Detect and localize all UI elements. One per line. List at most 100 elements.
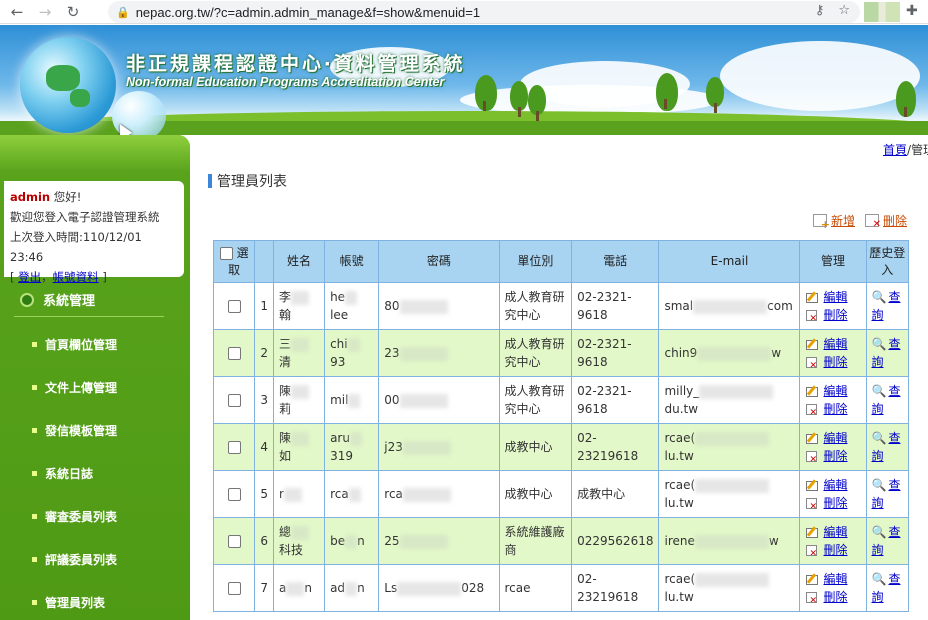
logout-link[interactable]: 登出 xyxy=(18,270,41,284)
name-part: 陳 xyxy=(278,384,291,398)
name-part: 清 xyxy=(278,355,291,369)
edit-link[interactable]: 編輯 xyxy=(805,429,860,447)
row-checkbox[interactable] xyxy=(227,582,241,595)
select-all-checkbox[interactable] xyxy=(219,246,233,260)
edit-link[interactable]: 編輯 xyxy=(805,476,860,494)
cell-select xyxy=(212,423,256,471)
row-delete-label: 刪除 xyxy=(823,449,848,463)
magnifier-icon: 🔍 xyxy=(871,525,887,539)
menu-header-system[interactable]: 系統管理 xyxy=(20,290,95,309)
pencil-icon xyxy=(805,432,819,444)
cell-password: j23 xyxy=(378,423,500,471)
profile-avatar[interactable] xyxy=(864,2,900,22)
row-checkbox[interactable] xyxy=(227,347,241,360)
menu-item-file-upload[interactable]: 文件上傳管理 xyxy=(32,379,117,396)
cell-history: 🔍 查詢 xyxy=(865,329,909,377)
header-name: 姓名 xyxy=(272,240,326,283)
edit-link[interactable]: 編輯 xyxy=(805,382,860,400)
menu-item-label: 管理員列表 xyxy=(45,596,106,610)
cell-phone: 02-2321-9618 xyxy=(571,376,660,424)
cell-no: 1 xyxy=(254,282,274,330)
forward-icon[interactable]: → xyxy=(34,1,56,23)
cell-account: ad n xyxy=(324,564,380,612)
email-part: du.tw xyxy=(664,402,699,416)
menu-item-mail-template[interactable]: 發信模板管理 xyxy=(32,422,117,439)
row-delete-link[interactable]: 刪除 xyxy=(805,447,860,469)
table-row: 5rrcarca成教中心成教中心rcae(lu.tw編輯刪除🔍查詢 xyxy=(212,470,909,518)
account-part: chi xyxy=(330,337,348,351)
magnifier-icon: 🔍 xyxy=(871,337,887,351)
key-icon[interactable]: ⚷ xyxy=(815,3,825,18)
name-part: n xyxy=(304,581,312,595)
banner-title-cn: 非正規課程認證中心‧資料管理系統 xyxy=(126,53,466,75)
row-delete-link[interactable]: 刪除 xyxy=(805,353,860,375)
menu-divider xyxy=(14,316,164,317)
header-no xyxy=(254,240,274,283)
cell-select xyxy=(212,517,256,565)
lock-icon[interactable]: 🔒 xyxy=(116,6,130,19)
edit-link[interactable]: 編輯 xyxy=(805,523,860,541)
row-delete-label: 刪除 xyxy=(823,355,848,369)
cell-no: 5 xyxy=(254,470,274,518)
name-part: 科技 xyxy=(278,543,303,557)
cell-manage: 編輯刪除 xyxy=(799,329,867,377)
edit-link[interactable]: 編輯 xyxy=(805,570,860,588)
menu-item-committee[interactable]: 評議委員列表 xyxy=(32,551,117,568)
row-delete-link[interactable]: 刪除 xyxy=(805,306,860,328)
add-button[interactable]: 新增 xyxy=(813,212,856,231)
menu-item-system-log[interactable]: 系統日誌 xyxy=(32,465,93,482)
edit-link[interactable]: 編輯 xyxy=(805,288,860,306)
cell-email: chin9 w xyxy=(658,329,801,377)
back-icon[interactable]: ← xyxy=(6,1,28,23)
table-header-row: 選取 姓名 帳號 密碼 單位別 電話 E-mail 管理 歷史登入 xyxy=(212,240,909,283)
add-label: 新增 xyxy=(831,214,856,228)
row-delete-link[interactable]: 刪除 xyxy=(805,541,860,563)
menu-item-label: 評議委員列表 xyxy=(45,553,118,567)
row-delete-link[interactable]: 刪除 xyxy=(805,588,860,610)
menu-item-admin-list[interactable]: 管理員列表 xyxy=(32,594,105,611)
cell-select xyxy=(212,564,256,612)
cell-email: milly_ du.tw xyxy=(658,376,801,424)
edit-link[interactable]: 編輯 xyxy=(805,335,860,353)
row-delete-link[interactable]: 刪除 xyxy=(805,494,860,516)
row-delete-link[interactable]: 刪除 xyxy=(805,400,860,422)
row-checkbox[interactable] xyxy=(227,488,241,501)
edit-label: 編輯 xyxy=(823,525,848,539)
email-part: w xyxy=(768,534,779,548)
address-bar[interactable]: 🔒 nepac.org.tw/?c=admin.admin_manage&f=s… xyxy=(108,1,860,23)
account-part: n xyxy=(357,581,365,595)
breadcrumb-home-link[interactable]: 首頁 xyxy=(883,143,907,157)
cell-no: 3 xyxy=(254,376,274,424)
delete-button[interactable]: 刪除 xyxy=(865,212,907,230)
cell-manage: 編輯刪除 xyxy=(799,517,867,565)
menu-header-label: 系統管理 xyxy=(43,294,96,309)
bracket-close: ] xyxy=(102,270,107,284)
cell-password: 80 xyxy=(378,282,500,330)
row-checkbox[interactable] xyxy=(227,394,241,407)
extensions-icon[interactable]: ✚ xyxy=(906,3,918,19)
cell-unit: 成人教育研究中心 xyxy=(498,376,573,424)
password-part: Ls xyxy=(384,581,398,595)
row-checkbox[interactable] xyxy=(227,535,241,548)
menu-item-reviewers[interactable]: 審查委員列表 xyxy=(32,508,117,525)
link-separator: ， xyxy=(41,270,53,284)
header-manage: 管理 xyxy=(799,240,867,283)
menu-item-homepage-fields[interactable]: 首頁欄位管理 xyxy=(32,336,117,353)
action-bar: 新增 刪除 xyxy=(813,212,907,231)
table-row: 6總科技ben25系統維護廠商0229562618irenew編輯刪除🔍查詢 xyxy=(212,517,909,565)
email-part: com xyxy=(767,299,793,313)
account-link[interactable]: 帳號資料 xyxy=(53,270,99,284)
star-icon[interactable]: ☆ xyxy=(838,3,850,18)
row-checkbox[interactable] xyxy=(227,300,241,313)
row-checkbox[interactable] xyxy=(227,441,241,454)
cell-manage: 編輯刪除 xyxy=(799,564,867,612)
reload-icon[interactable]: ↻ xyxy=(62,1,84,23)
square-bullet-icon xyxy=(32,385,37,390)
row-delete-label: 刪除 xyxy=(823,402,848,416)
name-part: 如 xyxy=(278,449,291,463)
delete-icon xyxy=(805,356,819,375)
delete-icon xyxy=(805,497,819,516)
header-phone: 電話 xyxy=(571,240,660,283)
password-part: 25 xyxy=(384,534,400,548)
account-part: mil xyxy=(330,393,349,407)
